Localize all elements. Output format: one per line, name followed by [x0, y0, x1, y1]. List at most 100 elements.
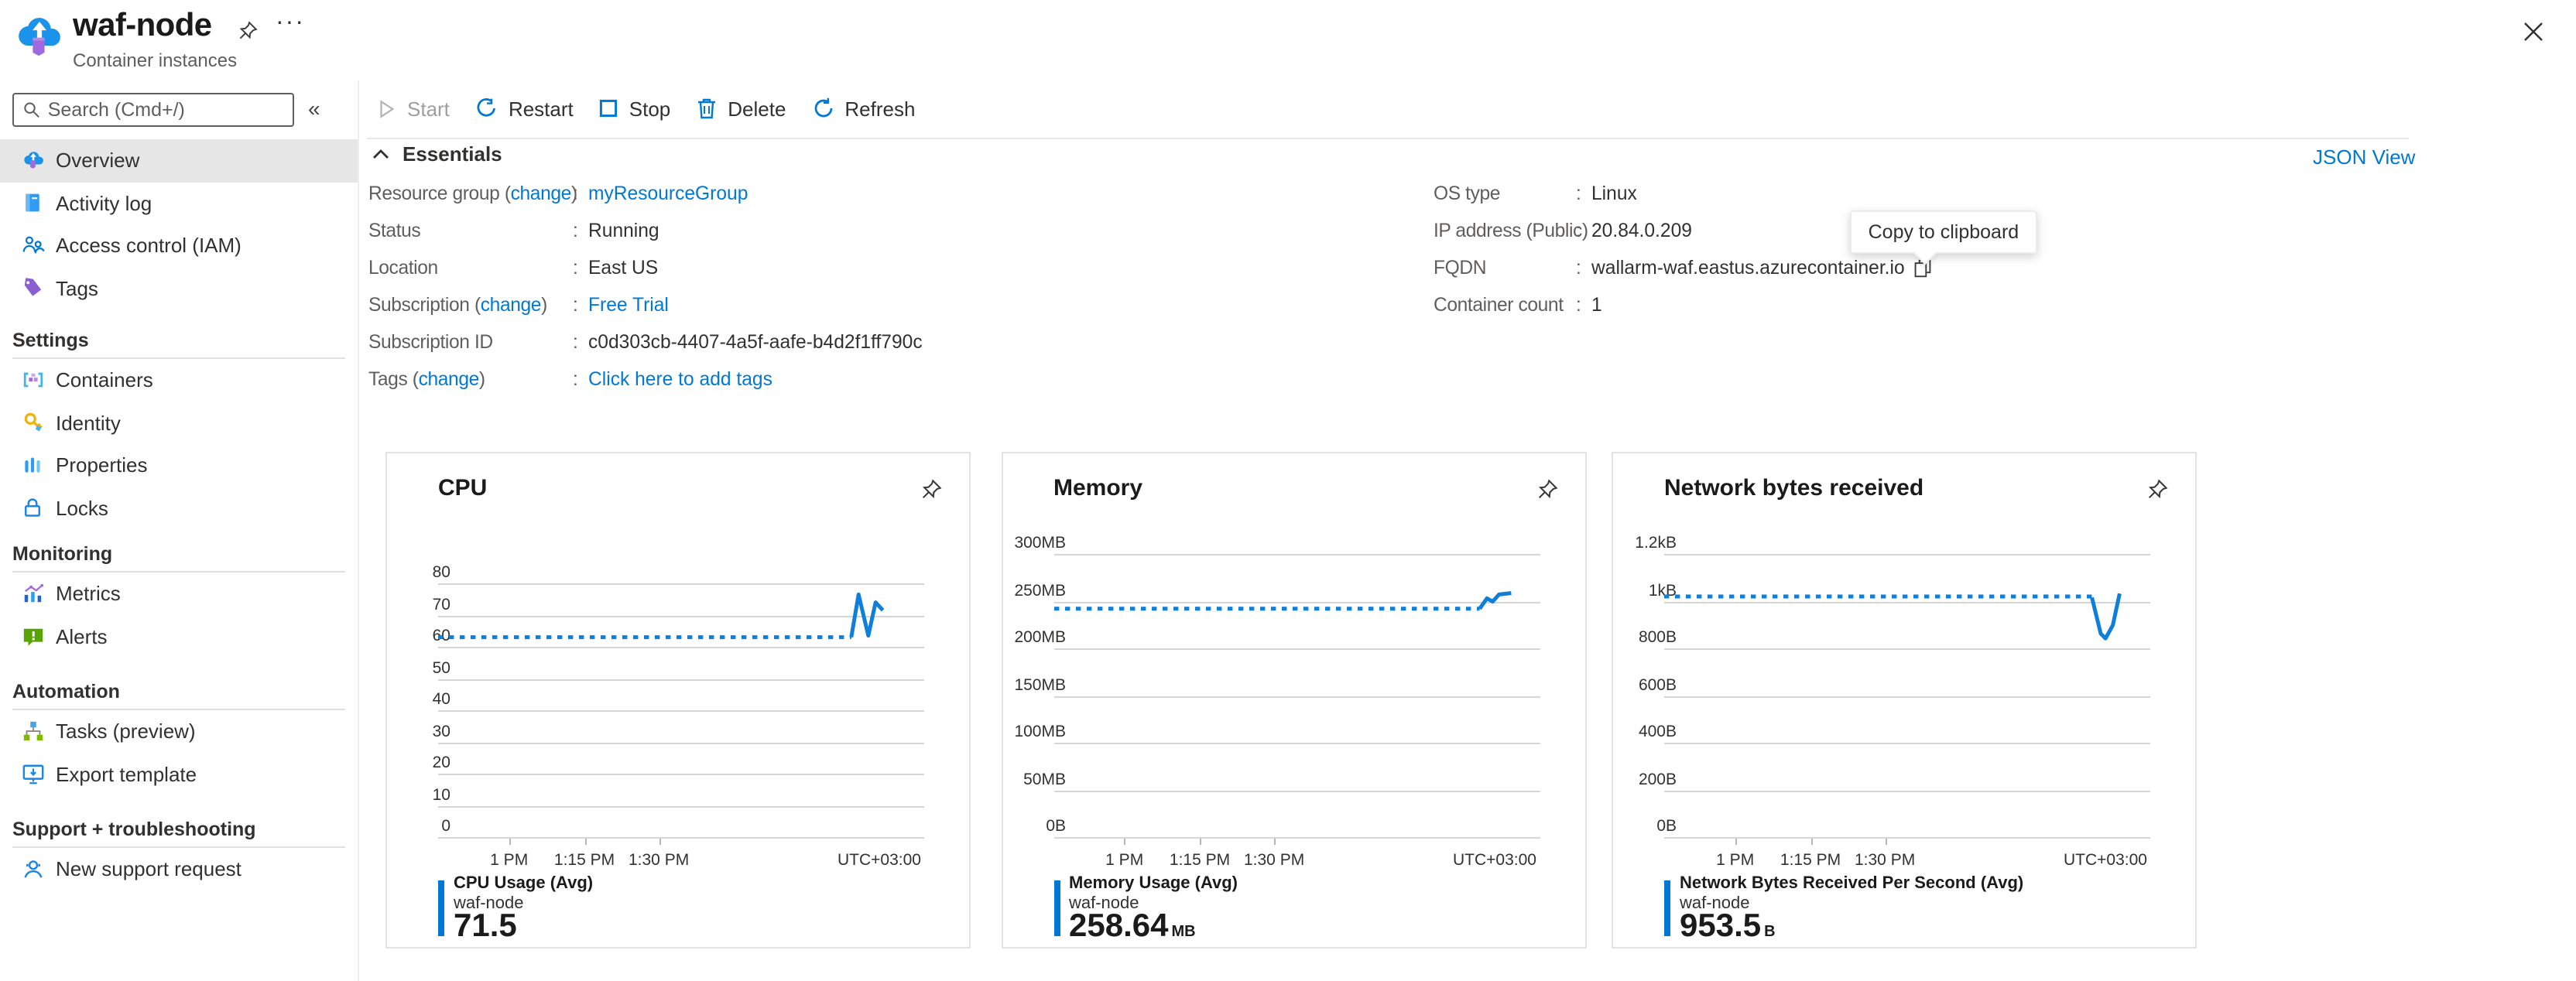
change-link[interactable]: change: [511, 183, 571, 204]
essentials-value: c0d303cb-4407-4a5f-aafe-b4d2f1ff790c: [588, 331, 923, 353]
toolbar-button-label: Refresh: [844, 97, 915, 120]
change-link[interactable]: change: [419, 368, 479, 390]
sidebar-item-activity-log[interactable]: Activity log: [0, 182, 358, 224]
sidebar-item-metrics[interactable]: Metrics: [0, 573, 358, 615]
sidebar-item-access-control-iam[interactable]: Access control (IAM): [0, 224, 358, 267]
start-button[interactable]: Start: [376, 97, 450, 120]
essentials-value: Click here to add tags: [588, 368, 923, 390]
delete-button[interactable]: Delete: [697, 97, 786, 120]
json-view-link[interactable]: JSON View: [2313, 145, 2415, 169]
essentials-value: Free Trial: [588, 294, 923, 316]
tags-icon: [20, 276, 45, 301]
toolbar-divider: [367, 138, 2409, 139]
search-input[interactable]: [48, 99, 283, 121]
sidebar-search[interactable]: [12, 93, 294, 127]
container-instances-resource-icon: [15, 12, 63, 60]
essentials-label: OS type: [1434, 183, 1576, 204]
essentials-value: Linux: [1591, 183, 1933, 204]
sidebar-item-label: Locks: [56, 497, 108, 520]
essentials-toggle[interactable]: Essentials: [372, 142, 502, 166]
colon: :: [573, 331, 588, 353]
chart-card-cpu: CPU807060504030201001 PM1:15 PM1:30 PMUT…: [385, 452, 971, 949]
properties-icon: [20, 453, 45, 478]
value-link[interactable]: Click here to add tags: [588, 368, 772, 390]
toolbar-button-label: Start: [407, 97, 450, 120]
support-icon: [20, 857, 45, 882]
sidebar-item-label: Identity: [56, 412, 121, 435]
legend-color-bar: [1053, 880, 1060, 936]
sidebar-item-label: Activity log: [56, 192, 152, 215]
essentials-label: Container count: [1434, 294, 1576, 316]
essentials-row-status: Status:Running: [368, 220, 923, 241]
sidebar-section-automation: Automation: [0, 679, 358, 704]
change-link[interactable]: change: [481, 294, 541, 316]
page-title: waf-node: [73, 8, 237, 45]
essentials-value: 1: [1591, 294, 1933, 316]
stop-button[interactable]: Stop: [600, 97, 671, 120]
sidebar-item-properties[interactable]: Properties: [0, 444, 358, 487]
colon: :: [573, 368, 588, 390]
sidebar: « Overview Activity log Access control (IA…: [0, 80, 359, 981]
sidebar-item-locks[interactable]: Locks: [0, 487, 358, 529]
sidebar-item-tags[interactable]: Tags: [0, 267, 358, 309]
colon: :: [1576, 183, 1591, 204]
access-control-icon: [20, 234, 45, 258]
essentials-right-column: OS type:LinuxIP address (Public):20.84.0…: [1434, 183, 1933, 331]
essentials-title: Essentials: [402, 142, 502, 166]
legend-value: 953.5B: [1680, 908, 1776, 945]
sidebar-item-label: New support request: [56, 858, 242, 881]
essentials-row-os-type: OS type:Linux: [1434, 183, 1933, 204]
sidebar-item-alerts[interactable]: Alerts: [0, 615, 358, 658]
sidebar-item-label: Containers: [56, 369, 153, 392]
essentials-value: Running: [588, 220, 923, 241]
essentials-label: Location: [368, 257, 573, 279]
stop-icon: [600, 99, 618, 118]
sidebar-item-containers[interactable]: Containers: [0, 359, 358, 402]
legend-color-bar: [438, 880, 444, 936]
sidebar-item-label: Export template: [56, 763, 197, 786]
chart-card-network-bytes-received: Network bytes received1.2kB1kB800B600B40…: [1612, 452, 2197, 949]
containers-icon: [20, 368, 45, 393]
alerts-icon: [20, 624, 45, 649]
colon: :: [573, 257, 588, 279]
sidebar-item-new-support-request[interactable]: New support request: [0, 848, 358, 890]
colon: :: [1576, 220, 1591, 241]
colon: :: [573, 183, 588, 204]
essentials-label: Resource group (change): [368, 183, 573, 204]
metrics-icon: [20, 582, 45, 607]
collapse-sidebar-icon[interactable]: «: [308, 96, 320, 121]
sidebar-item-overview[interactable]: Overview: [0, 139, 358, 182]
essentials-label: IP address (Public): [1434, 220, 1576, 241]
legend-value-unit: B: [1764, 924, 1775, 941]
value-link[interactable]: myResourceGroup: [588, 183, 748, 204]
sidebar-item-identity[interactable]: Identity: [0, 402, 358, 444]
essentials-row-tags: Tags (change):Click here to add tags: [368, 368, 923, 390]
sidebar-section-monitoring: Monitoring: [0, 542, 358, 566]
essentials-label: Tags (change): [368, 368, 573, 390]
sidebar-item-label: Overview: [56, 149, 139, 173]
close-icon[interactable]: [2523, 22, 2543, 42]
essentials-value: East US: [588, 257, 923, 279]
tasks-icon: [20, 720, 45, 744]
sidebar-item-export-template[interactable]: Export template: [0, 753, 358, 795]
legend-metric-name: Memory Usage (Avg): [1069, 874, 1238, 893]
series-solid-line: [851, 594, 883, 637]
essentials-row-container-count: Container count:1: [1434, 294, 1933, 316]
locks-icon: [20, 496, 45, 521]
sidebar-item-label: Tags: [56, 277, 98, 300]
more-actions-icon[interactable]: ···: [276, 9, 305, 37]
essentials-value: wallarm-waf.eastus.azurecontainer.io: [1591, 257, 1933, 279]
pin-icon[interactable]: [237, 20, 259, 42]
sidebar-item-tasks-preview[interactable]: Tasks (preview): [0, 710, 358, 753]
colon: :: [573, 294, 588, 316]
value-link[interactable]: Free Trial: [588, 294, 669, 316]
legend-metric-name: Network Bytes Received Per Second (Avg): [1680, 874, 2023, 893]
legend-color-bar: [1664, 880, 1670, 936]
refresh-button[interactable]: Refresh: [812, 97, 915, 120]
restart-button[interactable]: Restart: [476, 97, 574, 120]
sidebar-item-label: Tasks (preview): [56, 720, 196, 743]
essentials-label: FQDN: [1434, 257, 1576, 279]
essentials-row-resource-group: Resource group (change):myResourceGroup: [368, 183, 923, 204]
essentials-value: myResourceGroup: [588, 183, 923, 204]
toolbar-button-label: Delete: [728, 97, 786, 120]
